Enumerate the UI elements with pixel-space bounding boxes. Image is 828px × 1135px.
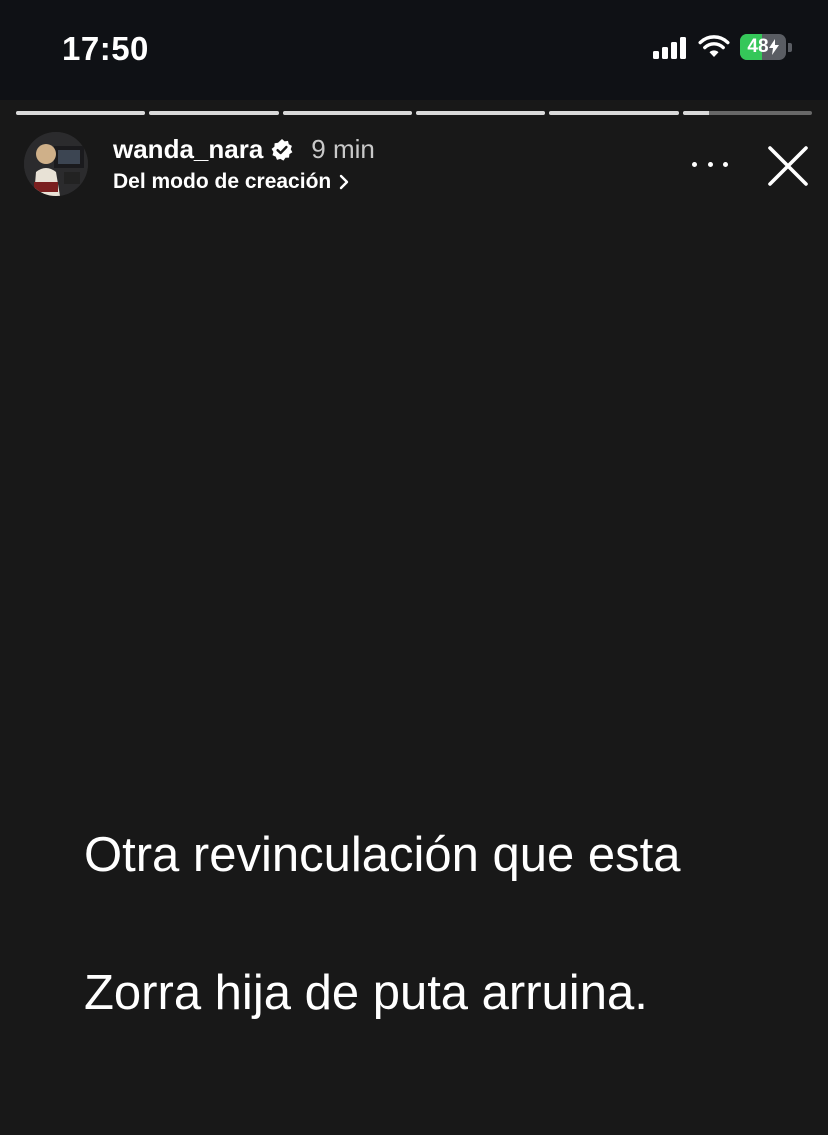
close-icon	[768, 146, 808, 186]
posted-time: 9 min	[311, 134, 375, 164]
source-link[interactable]: Del modo de creación	[113, 170, 349, 194]
status-icons: 48	[653, 34, 792, 60]
battery-level: 48	[747, 36, 769, 57]
status-time: 17:50	[62, 30, 149, 67]
charging-bolt-icon	[768, 39, 779, 55]
story-progress-fill	[16, 111, 146, 115]
story-header: wanda_nara 9 min Del modo de creación	[24, 130, 814, 200]
story-progress-segment	[149, 111, 279, 115]
story-progress-fill	[149, 111, 279, 115]
avatar[interactable]	[24, 132, 88, 196]
story-text-line-1: Otra revinculación que esta	[84, 828, 681, 882]
story-text: Otra revinculación que esta Zorra hija d…	[84, 752, 804, 1097]
battery-charging-icon: 48	[740, 34, 792, 60]
story-progress-fill	[549, 111, 679, 115]
signal-icon	[653, 35, 686, 59]
source-label: Del modo de creación	[113, 170, 332, 193]
story-progress-segment	[16, 111, 146, 115]
chevron-right-icon	[339, 174, 349, 190]
status-bar: 17:50 48	[0, 0, 828, 100]
story-text-line-2: Zorra hija de puta arruina.	[84, 966, 648, 1020]
story-progress-segment	[682, 111, 812, 115]
story-progress-segment	[549, 111, 679, 115]
verified-badge-icon	[271, 138, 293, 161]
wifi-icon	[698, 35, 730, 57]
story-progress-fill	[682, 111, 709, 115]
more-options-button[interactable]	[692, 154, 728, 174]
username[interactable]: wanda_nara	[113, 134, 263, 165]
story-progress-bar	[16, 111, 812, 115]
story-progress-segment	[282, 111, 412, 115]
story-progress-fill	[415, 111, 546, 115]
story-progress-segment	[415, 111, 546, 115]
more-horizontal-icon	[692, 161, 697, 167]
story-progress-fill	[282, 111, 412, 115]
close-button[interactable]	[766, 144, 810, 188]
